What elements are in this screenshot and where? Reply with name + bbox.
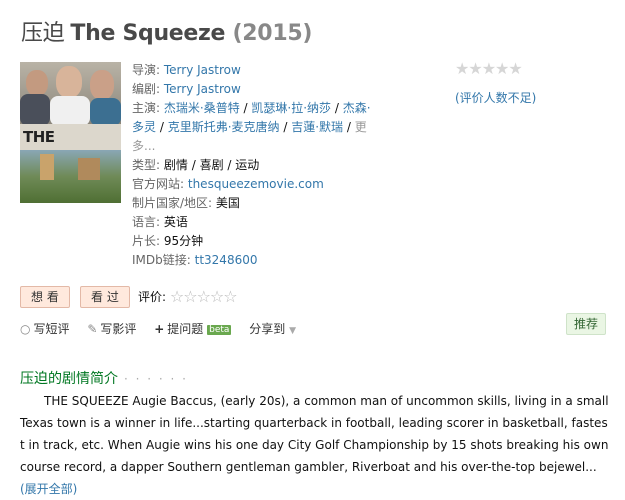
director-link[interactable]: Terry Jastrow — [164, 63, 241, 77]
write-review-label: 写影评 — [100, 322, 137, 336]
poster-face-left — [26, 70, 48, 96]
rate-label: 评价: — [138, 290, 167, 304]
action-bar: ○ 写短评 ✎ 写影评 + 提问题 beta 分享到 ▼ — [20, 320, 310, 337]
site-label: 官方网站 — [132, 177, 181, 191]
synopsis-heading: 压迫的剧情简介 · · · · · · — [20, 368, 188, 388]
beta-badge: beta — [207, 325, 232, 335]
site-link[interactable]: thesqueezemovie.com — [188, 177, 324, 191]
watched-button[interactable]: 看 过 — [80, 286, 130, 308]
language-value: 英语 — [163, 215, 188, 229]
recommend-button[interactable]: 推荐 — [566, 313, 607, 335]
rate-stars[interactable]: ☆☆☆☆☆ — [170, 287, 238, 306]
title-en: The Squeeze — [70, 21, 226, 46]
country-label: 制片国家/地区 — [132, 196, 209, 210]
genre: 喜剧 — [199, 158, 224, 172]
poster-building-b — [78, 158, 100, 180]
ask-question-button[interactable]: + 提问题 beta — [154, 322, 232, 336]
movie-info: 导演: Terry Jastrow 编剧: Terry Jastrow 主演: … — [132, 61, 382, 270]
genre: 剧情 — [163, 158, 188, 172]
poster-body-center — [50, 96, 90, 126]
language-label: 语言 — [132, 215, 157, 229]
title-cn: 压迫 — [21, 21, 65, 46]
want-to-watch-button[interactable]: 想 看 — [20, 286, 70, 308]
synopsis-heading-dots: · · · · · · — [124, 372, 188, 386]
rating-box: ★★★★★ (评价人数不足) — [455, 61, 536, 106]
plus-icon: + — [154, 322, 165, 336]
rating-stars: ★★★★★ — [455, 59, 523, 78]
country-row: 制片国家/地区: 美国 — [132, 196, 240, 210]
share-label: 分享到 — [249, 322, 286, 336]
rate-widget: 评价: ☆☆☆☆☆ — [138, 287, 238, 306]
synopsis-body: THE SQUEEZE Augie Baccus, (early 20s), a… — [20, 394, 609, 474]
rating-insufficient-link[interactable]: (评价人数不足) — [455, 89, 536, 106]
cast-link[interactable]: 吉蓮·默瑞 — [291, 120, 343, 134]
writer-row: 编剧: Terry Jastrow — [132, 82, 241, 96]
expand-synopsis-link[interactable]: (展开全部) — [20, 482, 77, 496]
synopsis-text: THE SQUEEZE Augie Baccus, (early 20s), a… — [20, 390, 609, 500]
director-label: 导演 — [132, 63, 157, 77]
site-row: 官方网站: thesqueezemovie.com — [132, 177, 324, 191]
write-short-review-label: 写短评 — [33, 322, 70, 336]
writer-link[interactable]: Terry Jastrow — [164, 82, 241, 96]
cast-link[interactable]: 克里斯托弗·麦克唐纳 — [168, 120, 280, 134]
runtime-value: 95分钟 — [163, 234, 204, 248]
poster-face-center — [56, 66, 82, 98]
write-review-button[interactable]: ✎ 写影评 — [87, 322, 136, 336]
poster-face-right — [90, 70, 114, 100]
chevron-down-icon: ▼ — [289, 326, 297, 336]
poster-course — [20, 150, 121, 203]
language-row: 语言: 英语 — [132, 215, 188, 229]
title-year: (2015) — [232, 21, 313, 46]
genre: 运动 — [235, 158, 260, 172]
imdb-link[interactable]: tt3248600 — [195, 253, 258, 267]
poster-body-left — [20, 94, 50, 126]
country-value: 美国 — [215, 196, 240, 210]
imdb-label: IMDb链接 — [132, 253, 187, 267]
genre-label: 类型 — [132, 158, 157, 172]
write-short-review-button[interactable]: ○ 写短评 — [20, 322, 70, 336]
movie-poster[interactable]: THE SQUEEZE — [20, 62, 121, 203]
synopsis-heading-text: 压迫的剧情简介 — [20, 371, 118, 387]
cast-link[interactable]: 杰瑞米·桑普特 — [164, 101, 240, 115]
speech-bubble-icon: ○ — [20, 322, 31, 336]
runtime-row: 片长: 95分钟 — [132, 234, 204, 248]
director-row: 导演: Terry Jastrow — [132, 63, 241, 77]
writer-label: 编剧 — [132, 82, 157, 96]
pencil-icon: ✎ — [87, 322, 98, 336]
page-title: 压迫 The Squeeze (2015) — [21, 15, 312, 47]
poster-building-a — [40, 154, 54, 180]
genre-row: 类型: 剧情 / 喜剧 / 运动 — [132, 158, 260, 172]
cast-label: 主演 — [132, 101, 157, 115]
poster-body-right — [90, 98, 121, 126]
cast-link[interactable]: 凯瑟琳·拉·纳莎 — [251, 101, 331, 115]
imdb-row: IMDb链接: tt3248600 — [132, 253, 258, 267]
runtime-label: 片长 — [132, 234, 157, 248]
share-button[interactable]: 分享到 ▼ — [249, 322, 296, 336]
ask-question-label: 提问题 — [167, 322, 204, 336]
cast-row: 主演: 杰瑞米·桑普特 / 凯瑟琳·拉·纳莎 / 杰森·多灵 / 克里斯托弗·麦… — [132, 101, 371, 153]
